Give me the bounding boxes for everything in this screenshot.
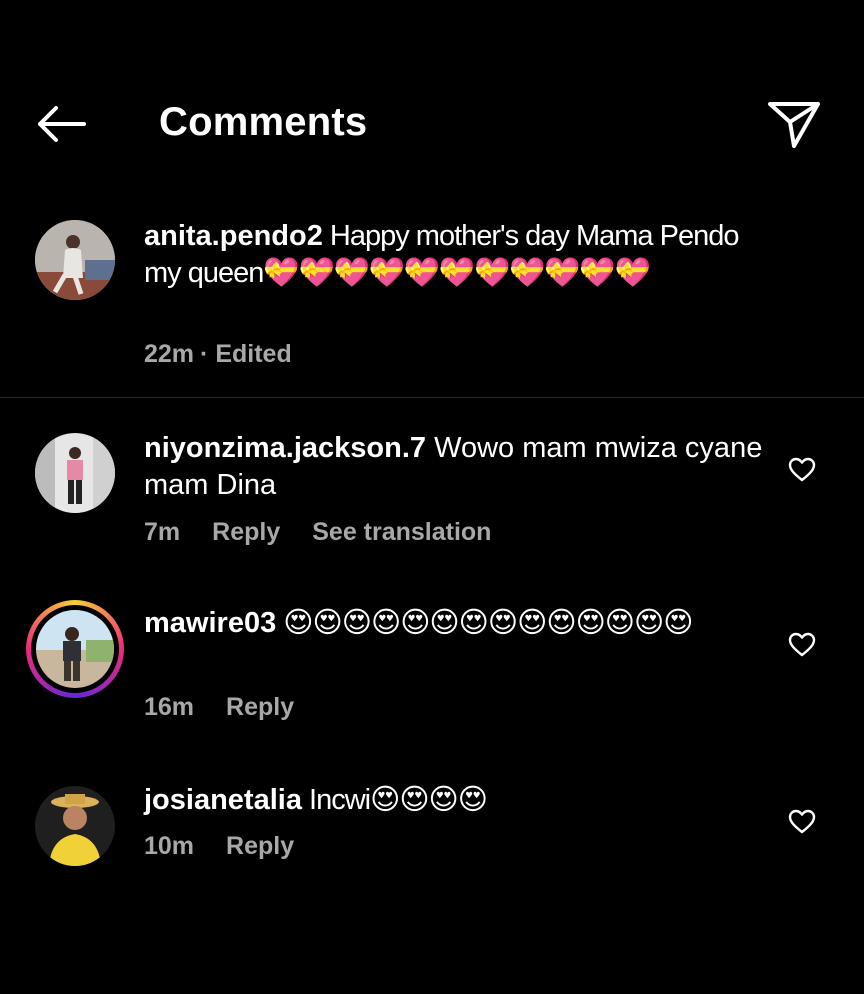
edited-label: · Edited [200,340,292,368]
like-button[interactable] [788,631,816,659]
comment-meta: 16m Reply [144,693,326,722]
caption-comment: anita.pendo2 Happy mother's day Mama Pen… [0,218,864,388]
avatar-photo [35,220,115,300]
comment-body: anita.pendo2 Happy mother's day Mama Pen… [144,218,774,292]
comments-header: Comments [0,0,864,200]
avatar[interactable] [35,220,115,300]
username[interactable]: josianetalia [144,784,302,816]
reply-button[interactable]: Reply [226,832,294,860]
comment-meta: 22m · Edited [144,340,324,369]
comment-body: mawire03 😍😍😍😍😍😍😍😍😍😍😍😍😍😍 [144,605,774,642]
comment-body: josianetalia Incwi😍😍😍😍 [144,782,774,819]
avatar-photo [35,433,115,513]
avatar-story-ring[interactable] [26,600,124,698]
comment-text: 😍😍😍😍😍😍😍😍😍😍😍😍😍😍 [276,607,693,639]
like-button[interactable] [788,456,816,484]
timestamp: 22m [144,340,195,368]
username[interactable]: mawire03 [144,607,276,639]
share-button[interactable] [764,96,824,152]
comment-item: josianetalia Incwi😍😍😍😍 10m Reply [0,782,864,892]
username[interactable]: anita.pendo2 [144,220,323,252]
heart-icon [788,632,816,657]
avatar-photo [36,610,114,688]
comment-item: niyonzima.jackson.7 Wowo mam mwiza cyane… [0,430,864,560]
timestamp: 7m [144,518,181,546]
page-title: Comments [159,100,368,144]
username[interactable]: niyonzima.jackson.7 [144,432,426,464]
reply-button[interactable]: Reply [212,518,280,546]
divider [0,397,864,398]
comment-item: mawire03 😍😍😍😍😍😍😍😍😍😍😍😍😍😍 16m Reply [0,600,864,735]
send-icon [768,102,820,148]
timestamp: 16m [144,693,195,721]
back-arrow-icon [38,106,86,142]
avatar[interactable] [35,433,115,513]
avatar-photo [35,786,115,866]
timestamp: 10m [144,832,195,860]
avatar [31,605,119,693]
comment-body: niyonzima.jackson.7 Wowo mam mwiza cyane… [144,430,774,504]
comment-meta: 10m Reply [144,832,326,861]
avatar[interactable] [35,786,115,866]
back-button[interactable] [34,100,90,150]
heart-icon [788,457,816,482]
see-translation-button[interactable]: See translation [312,518,491,546]
reply-button[interactable]: Reply [226,693,294,721]
heart-icon [788,809,816,834]
like-button[interactable] [788,808,816,836]
comment-meta: 7m Reply See translation [144,518,523,547]
comment-text: Incwi😍😍😍😍 [301,784,488,816]
